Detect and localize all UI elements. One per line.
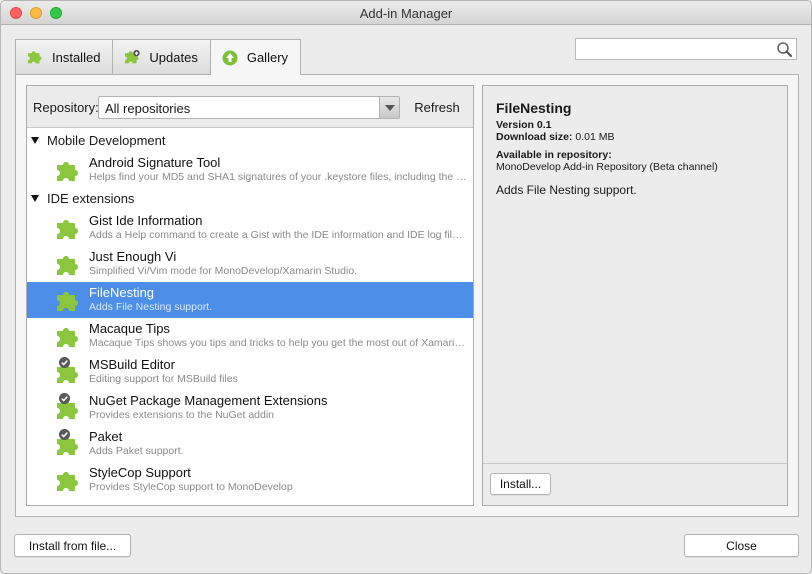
list-item[interactable]: Macaque Tips Macaque Tips shows you tips… bbox=[27, 318, 473, 354]
search-icon[interactable] bbox=[776, 41, 793, 58]
window-title: Add-in Manager bbox=[359, 6, 453, 21]
detail-version: Version 0.1 bbox=[496, 119, 551, 131]
expand-triangle-icon[interactable] bbox=[31, 194, 39, 202]
repository-selected-value: All repositories bbox=[105, 101, 191, 116]
addin-name: MSBuild Editor bbox=[89, 357, 175, 372]
title-bar: Add-in Manager bbox=[1, 1, 811, 25]
tab-gallery[interactable]: Gallery bbox=[209, 39, 302, 75]
tab-installed-label: Installed bbox=[52, 49, 101, 65]
category-header[interactable]: IDE extensions bbox=[27, 187, 473, 209]
puzzle-update-icon bbox=[123, 49, 141, 66]
detail-version-value: 0.1 bbox=[536, 119, 552, 131]
installed-check-icon bbox=[59, 429, 70, 440]
addin-description: Adds a Help command to create a Gist wit… bbox=[89, 229, 467, 241]
list-item[interactable]: MSBuild Editor Editing support for MSBui… bbox=[27, 354, 473, 390]
close-button[interactable]: Close bbox=[684, 534, 799, 557]
addin-name: NuGet Package Management Extensions bbox=[89, 393, 328, 408]
addin-description: Adds File Nesting support. bbox=[89, 301, 213, 313]
category-name: IDE extensions bbox=[47, 190, 135, 206]
installed-check-icon bbox=[59, 393, 70, 404]
tab-gallery-label: Gallery bbox=[246, 50, 289, 65]
puzzle-icon bbox=[54, 324, 82, 350]
list-item[interactable]: Gist Ide Information Adds a Help command… bbox=[27, 210, 473, 246]
repository-bar: Repository: All repositories Refresh bbox=[27, 86, 473, 128]
detail-size-label: Download size: bbox=[496, 131, 573, 143]
list-item[interactable]: Android Signature Tool Helps find your M… bbox=[27, 152, 473, 188]
detail-version-label: Version bbox=[496, 119, 534, 131]
list-item[interactable]: Paket Adds Paket support. bbox=[27, 426, 473, 462]
detail-download-size: Download size: 0.01 MB bbox=[496, 131, 614, 143]
addin-description: Editing support for MSBuild files bbox=[89, 373, 238, 385]
detail-summary: Adds File Nesting support. bbox=[496, 183, 637, 197]
install-from-file-button[interactable]: Install from file... bbox=[14, 534, 131, 557]
puzzle-icon bbox=[54, 288, 82, 314]
list-item[interactable]: Just Enough Vi Simplified Vi/Vim mode fo… bbox=[27, 246, 473, 282]
addin-description: Simplified Vi/Vim mode for MonoDevelop/X… bbox=[89, 265, 358, 277]
addin-name: Paket bbox=[89, 429, 123, 444]
chevron-down-icon[interactable] bbox=[379, 97, 399, 118]
refresh-button[interactable]: Refresh bbox=[408, 96, 466, 119]
addin-list-pane: Repository: All repositories Refresh Mob… bbox=[26, 85, 474, 506]
addin-tree-list: Mobile Development Android Signature Too… bbox=[27, 128, 473, 505]
divider bbox=[483, 463, 787, 464]
addin-name: FileNesting bbox=[89, 285, 155, 300]
addin-description: Helps find your MD5 and SHA1 signatures … bbox=[89, 171, 467, 183]
list-item[interactable]: StyleCop Support Provides StyleCop suppo… bbox=[27, 462, 473, 498]
install-button[interactable]: Install... bbox=[490, 473, 551, 495]
tab-updates[interactable]: Updates bbox=[112, 39, 211, 74]
detail-size-value: 0.01 MB bbox=[575, 131, 615, 143]
tab-updates-label: Updates bbox=[149, 49, 198, 65]
tab-bar: Installed Updates Gallery bbox=[15, 39, 302, 75]
puzzle-icon bbox=[54, 252, 82, 278]
repository-select[interactable]: All repositories bbox=[98, 96, 400, 119]
tab-installed[interactable]: Installed bbox=[15, 39, 114, 74]
list-item-selected[interactable]: FileNesting Adds File Nesting support. bbox=[27, 282, 473, 318]
search-input[interactable] bbox=[575, 38, 797, 60]
category-header[interactable]: Mobile Development bbox=[27, 129, 473, 151]
detail-repository-label: Available in repository: bbox=[496, 149, 612, 161]
gallery-up-arrow-icon bbox=[222, 50, 238, 65]
puzzle-icon bbox=[54, 468, 82, 494]
addin-description: Macaque Tips shows you tips and tricks t… bbox=[89, 337, 467, 349]
installed-check-icon bbox=[59, 357, 70, 368]
expand-triangle-icon[interactable] bbox=[31, 136, 39, 144]
category-name: Mobile Development bbox=[47, 132, 166, 148]
puzzle-icon bbox=[54, 216, 82, 242]
addin-description: Adds Paket support. bbox=[89, 445, 184, 457]
addin-detail-pane: FileNesting Version 0.1 Download size: 0… bbox=[482, 85, 788, 506]
puzzle-icon bbox=[54, 158, 82, 184]
addin-name: Just Enough Vi bbox=[89, 249, 177, 264]
addin-name: Gist Ide Information bbox=[89, 213, 203, 228]
repository-label: Repository: bbox=[33, 100, 99, 115]
addin-name: StyleCop Support bbox=[89, 465, 191, 480]
addin-name: Android Signature Tool bbox=[89, 155, 221, 170]
list-item[interactable]: NuGet Package Management Extensions Prov… bbox=[27, 390, 473, 426]
addin-description: Provides StyleCop support to MonoDevelop bbox=[89, 481, 293, 493]
puzzle-icon bbox=[26, 48, 44, 66]
addin-description: Provides extensions to the NuGet addin bbox=[89, 409, 275, 421]
detail-repository-value: MonoDevelop Add-in Repository (Beta chan… bbox=[496, 161, 718, 173]
detail-addin-name: FileNesting bbox=[496, 100, 572, 116]
add-in-manager-window: Add-in Manager Installed Updates Gallery bbox=[0, 0, 812, 574]
addin-name: Macaque Tips bbox=[89, 321, 170, 336]
